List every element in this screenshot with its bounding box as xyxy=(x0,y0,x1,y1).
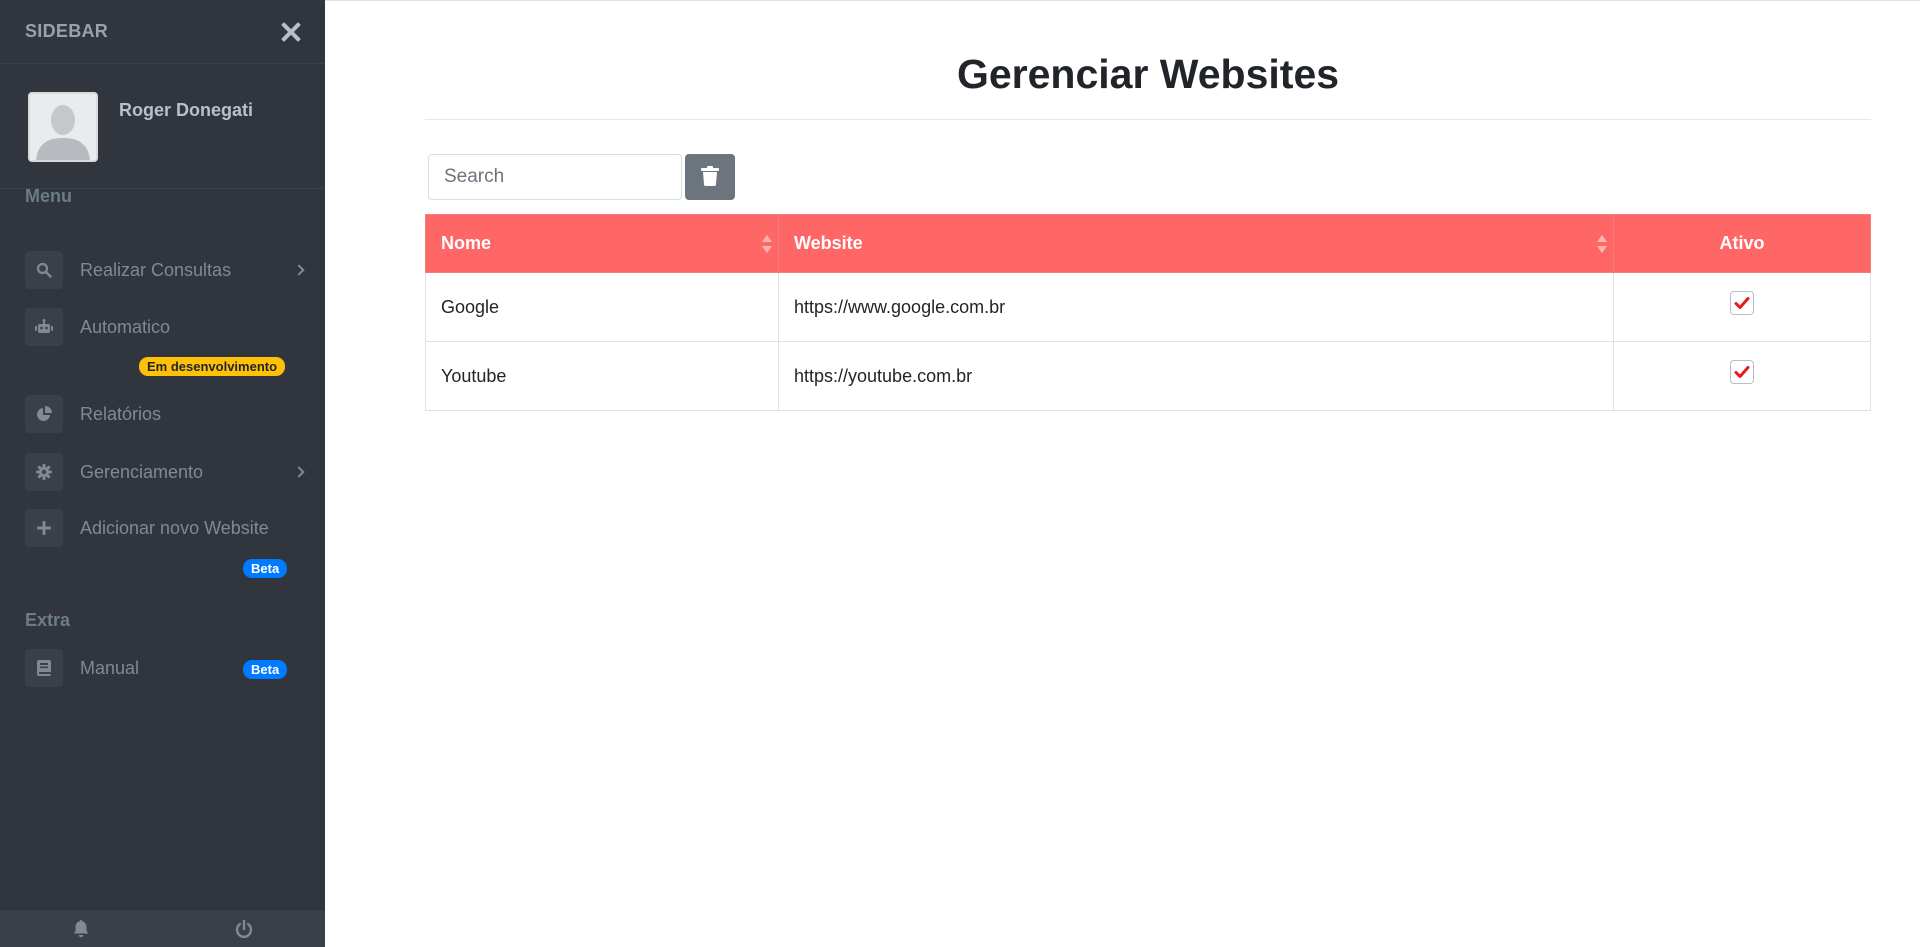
search-icon xyxy=(25,251,63,289)
close-icon[interactable] xyxy=(279,20,303,44)
beta-badge: Beta xyxy=(243,660,288,679)
robot-icon xyxy=(25,308,63,346)
user-name: Roger Donegati xyxy=(119,100,254,120)
sort-icon xyxy=(1597,235,1607,253)
bell-icon[interactable] xyxy=(0,910,163,947)
sort-icon xyxy=(762,235,772,253)
menu-section-title: Menu xyxy=(25,186,72,206)
sidebar-item-relatorios[interactable]: Relatórios xyxy=(25,394,307,434)
status-badge: Em desenvolvimento xyxy=(139,357,286,376)
sidebar-item-label: Adicionar novo Website xyxy=(80,517,269,538)
check-icon xyxy=(1734,296,1750,309)
active-checkbox[interactable] xyxy=(1730,290,1754,315)
sidebar-header: SIDEBAR xyxy=(0,0,325,64)
search-input[interactable] xyxy=(428,154,682,200)
plus-icon xyxy=(25,509,63,547)
sidebar-brand: SIDEBAR xyxy=(25,21,109,41)
active-checkbox[interactable] xyxy=(1730,359,1754,384)
column-header-nome[interactable]: Nome xyxy=(425,214,779,273)
book-icon xyxy=(25,649,63,687)
column-header-label: Website xyxy=(794,233,863,253)
title-divider xyxy=(425,119,1871,120)
sidebar-item-label: Automatico xyxy=(80,316,171,337)
sidebar-item-gerenciamento[interactable]: Gerenciamento xyxy=(25,452,307,492)
sidebar-item-label: Realizar Consultas xyxy=(80,259,232,280)
sidebar-item-label: Gerenciamento xyxy=(80,461,204,482)
user-panel: Roger Donegati xyxy=(0,64,325,189)
cell-nome: Google xyxy=(425,272,779,342)
sidebar-footer xyxy=(0,909,325,947)
sidebar-item-label: Manual xyxy=(80,657,140,678)
websites-table: Nome Website Ativo Google https://www.go… xyxy=(425,214,1871,411)
column-header-website[interactable]: Website xyxy=(778,214,1614,273)
table-header-row: Nome Website Ativo xyxy=(425,214,1871,273)
delete-button[interactable] xyxy=(685,154,735,200)
chevron-right-icon xyxy=(293,264,305,276)
cell-nome: Youtube xyxy=(425,341,779,411)
sidebar-item-automatico[interactable]: Automatico xyxy=(25,307,307,347)
sidebar-item-adicionar-website[interactable]: Adicionar novo Website xyxy=(25,508,307,548)
cell-website: https://youtube.com.br xyxy=(778,341,1614,411)
pie-chart-icon xyxy=(25,395,63,433)
cell-ativo xyxy=(1613,341,1871,411)
cell-ativo xyxy=(1613,272,1871,342)
cell-website: https://www.google.com.br xyxy=(778,272,1614,342)
chevron-right-icon xyxy=(293,466,305,478)
beta-badge: Beta xyxy=(243,559,288,578)
gear-icon xyxy=(25,453,63,491)
power-icon[interactable] xyxy=(163,910,326,947)
extra-section-title: Extra xyxy=(25,610,71,630)
column-header-label: Nome xyxy=(441,233,492,253)
trash-icon xyxy=(701,165,719,189)
main-content: Gerenciar Websites Nome Website Ativo xyxy=(325,0,1920,947)
column-header-ativo: Ativo xyxy=(1613,214,1871,273)
check-icon xyxy=(1734,365,1750,378)
sidebar-item-realizar-consultas[interactable]: Realizar Consultas xyxy=(25,250,307,290)
avatar xyxy=(28,92,98,162)
table-toolbar xyxy=(428,154,735,200)
table-row[interactable]: Google https://www.google.com.br xyxy=(425,272,1871,342)
page-title: Gerenciar Websites xyxy=(956,51,1340,97)
column-header-label: Ativo xyxy=(1719,233,1765,253)
sidebar: SIDEBAR Roger Donegati Menu Realizar Con… xyxy=(0,0,325,947)
sidebar-item-label: Relatórios xyxy=(80,403,162,424)
table-row[interactable]: Youtube https://youtube.com.br xyxy=(425,341,1871,411)
